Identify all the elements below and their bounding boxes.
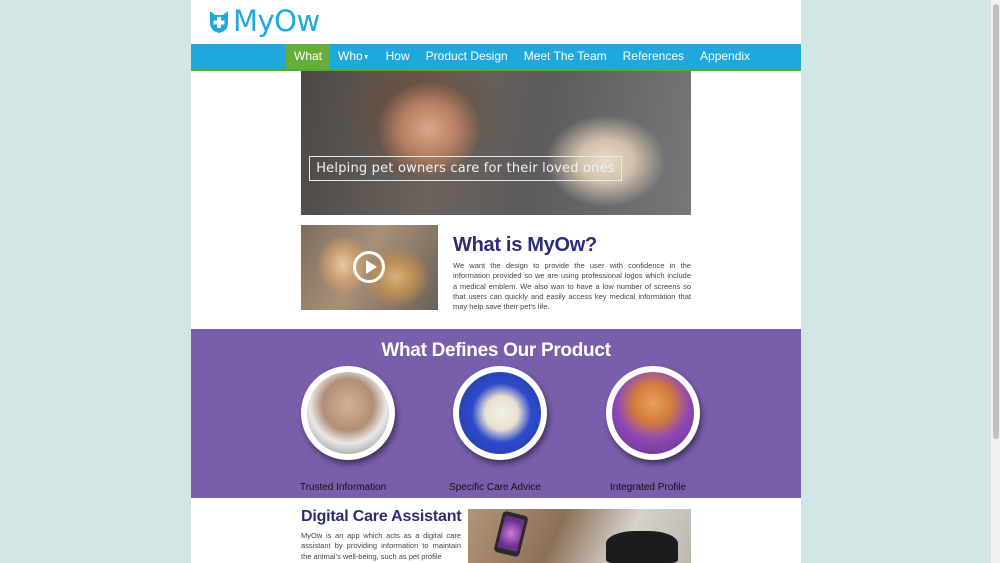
nav-item-label: Meet The Team (523, 49, 607, 63)
play-icon[interactable] (353, 251, 385, 283)
hero-caption: Helping pet owners care for their loved … (309, 156, 622, 181)
nav-item-product-design[interactable]: Product Design (418, 44, 516, 69)
main-navbar: What Who▼ How Product Design Meet The Te… (191, 44, 801, 71)
nav-item-meet-the-team[interactable]: Meet The Team (516, 44, 615, 69)
feature-circle-image (301, 366, 395, 460)
what-is-myow-text: We want the design to provide the user w… (453, 261, 691, 312)
feature-label: Trusted Information (299, 482, 387, 493)
nav-item-label: Appendix (700, 49, 751, 63)
nav-item-label: Who (338, 49, 363, 63)
nav-item-references[interactable]: References (615, 44, 692, 69)
video-thumbnail[interactable] (301, 225, 438, 310)
nav-item-label: How (385, 49, 410, 63)
nav-item-appendix[interactable]: Appendix (692, 44, 758, 69)
site-logo[interactable]: MyOw (208, 7, 320, 36)
nav-item-label: References (622, 49, 685, 63)
logo-text: MyOw (233, 4, 320, 38)
hero-banner-image: Helping pet owners care for their loved … (301, 71, 691, 215)
black-dog-shape (606, 531, 678, 563)
nav-item-who[interactable]: Who▼ (330, 44, 378, 69)
feature-label: Integrated Profile (609, 482, 687, 493)
feature-specific-care-advice: Specific Care Advice (420, 366, 570, 496)
small-dog-image (459, 372, 541, 454)
nav-item-label: What (294, 49, 323, 63)
digital-care-assistant-text: MyOw is an app which acts as a digital c… (301, 531, 461, 561)
phone-and-dog-image (468, 509, 691, 563)
scrollbar-thumb[interactable] (993, 4, 999, 439)
feature-integrated-profile: Integrated Profile (573, 366, 723, 496)
nav-item-how[interactable]: How (378, 44, 418, 69)
feature-label: Specific Care Advice (449, 482, 541, 493)
caret-down-icon: ▼ (362, 54, 370, 61)
nav-item-label: Product Design (425, 49, 508, 63)
page-container: MyOw What Who▼ How Product Design Meet T… (191, 0, 801, 563)
cat-shield-cross-icon (210, 10, 228, 33)
product-section-heading: What Defines Our Product (381, 340, 611, 361)
phone-icon (493, 510, 529, 558)
feature-circle-image (453, 366, 547, 460)
nav-item-what[interactable]: What (286, 44, 331, 69)
feature-circle-image (606, 366, 700, 460)
kitten-image (612, 372, 694, 454)
feature-trusted-information: Trusted Information (268, 366, 418, 496)
page-scrollbar[interactable] (990, 0, 1000, 563)
phone-screen (497, 515, 525, 552)
product-section: What Defines Our Product Trusted Informa… (191, 329, 801, 498)
vet-with-dog-image (307, 372, 389, 454)
what-is-myow-heading: What is MyOw? (453, 234, 597, 256)
digital-care-assistant-heading: Digital Care Assistant (301, 508, 462, 525)
